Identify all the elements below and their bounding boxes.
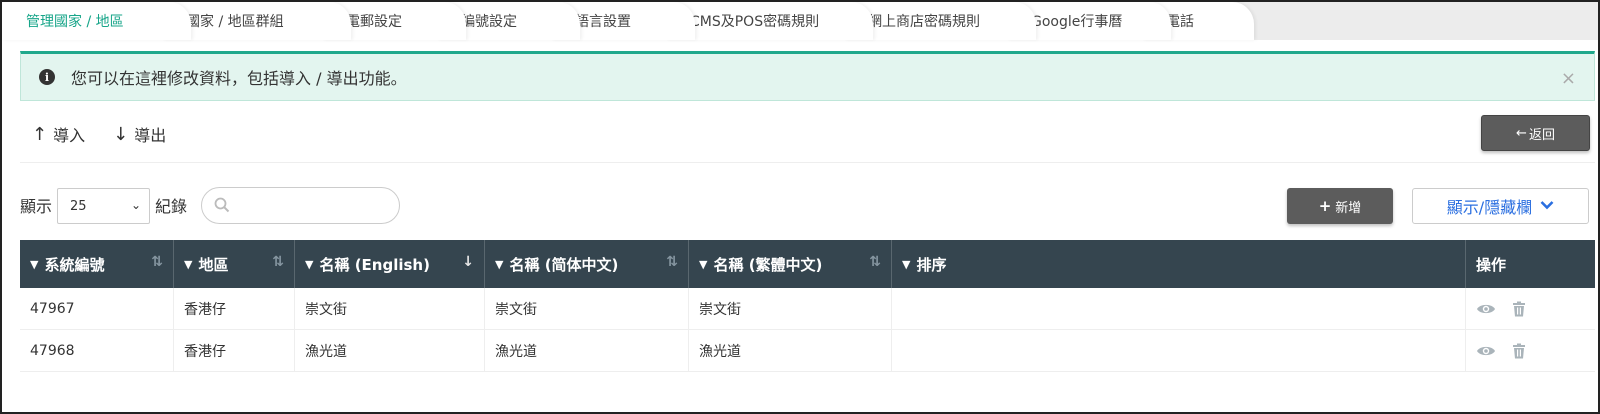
back-label: 返回	[1528, 127, 1555, 143]
records-label: 紀錄	[155, 197, 188, 216]
page-size-select[interactable]: 25 ⌄	[57, 188, 150, 224]
tab-label: 網上商店密碼規則	[868, 14, 980, 30]
table-header: ▼ 系統編號 ⇅ ▼ 地區 ⇅ ▼ 名稱 (English) ↓ ▼ 名稱 (简…	[20, 240, 1595, 288]
column-header-district[interactable]: ▼ 地區 ⇅	[174, 240, 295, 288]
page-size-value: 25	[70, 198, 87, 214]
column-label: 系統編號	[44, 255, 105, 274]
data-table: ▼ 系統編號 ⇅ ▼ 地區 ⇅ ▼ 名稱 (English) ↓ ▼ 名稱 (简…	[20, 240, 1595, 372]
column-label: 名稱 (English)	[319, 255, 430, 274]
cell-order	[892, 330, 1466, 372]
filter-icon[interactable]: ▼	[305, 258, 313, 271]
tab-label: 國家 / 地區群組	[186, 14, 284, 30]
info-alert: i 您可以在這裡修改資料，包括導入 / 導出功能。 ×	[20, 51, 1595, 101]
column-label: 地區	[198, 255, 229, 274]
view-icon[interactable]	[1476, 302, 1496, 316]
table-row: 47968 香港仔 漁光道 漁光道 漁光道	[20, 330, 1595, 372]
view-icon[interactable]	[1476, 344, 1496, 358]
filter-icon[interactable]: ▼	[699, 258, 707, 271]
close-icon[interactable]: ×	[1561, 68, 1576, 89]
tab-manage-countries-regions[interactable]: 管理國家 / 地區	[2, 2, 191, 40]
divider	[20, 162, 1595, 163]
tab-label: 管理國家 / 地區	[26, 14, 124, 30]
back-button[interactable]: ← 返回	[1481, 115, 1590, 151]
column-label: 操作	[1476, 255, 1507, 274]
column-label: 名稱 (简体中文)	[509, 255, 619, 274]
trash-icon[interactable]	[1512, 343, 1526, 359]
search-input[interactable]	[201, 187, 400, 224]
trash-icon[interactable]	[1512, 301, 1526, 317]
column-header-actions: 操作	[1466, 240, 1595, 288]
arrow-up-icon: ↑	[32, 123, 48, 145]
column-header-order[interactable]: ▼ 排序	[892, 240, 1466, 288]
add-button[interactable]: + 新增	[1287, 188, 1393, 224]
export-label: 導出	[134, 126, 167, 145]
cell-district: 香港仔	[174, 288, 295, 330]
cell-id: 47967	[20, 288, 174, 330]
tab-cms-pos-password-rules[interactable]: CMS及POS密碼規則	[666, 2, 873, 40]
cell-name-sc: 漁光道	[485, 330, 689, 372]
column-label: 排序	[916, 255, 947, 274]
cell-id: 47968	[20, 330, 174, 372]
column-header-id[interactable]: ▼ 系統編號 ⇅	[20, 240, 174, 288]
toggle-columns-label: 顯示/隱藏欄	[1446, 198, 1533, 217]
chevron-down-icon: ⌄	[130, 198, 141, 212]
chevron-down-icon	[1540, 199, 1554, 214]
tab-label: Google行事曆	[1031, 14, 1123, 30]
arrow-down-icon: ↓	[113, 123, 129, 145]
toggle-columns-button[interactable]: 顯示/隱藏欄	[1412, 188, 1589, 224]
import-button[interactable]: ↑ 導入	[32, 122, 85, 146]
search-icon	[214, 197, 230, 217]
tab-bar: 電話 Google行事曆 網上商店密碼規則 CMS及POS密碼規則 語言設置 編…	[2, 2, 1598, 40]
filter-icon[interactable]: ▼	[184, 258, 192, 271]
column-header-name-sc[interactable]: ▼ 名稱 (简体中文) ⇅	[485, 240, 689, 288]
tab-label: 語言設置	[575, 14, 631, 30]
tab-label: CMS及POS密碼規則	[690, 14, 820, 30]
plus-icon: +	[1318, 197, 1332, 215]
cell-name-en: 漁光道	[295, 330, 485, 372]
export-button[interactable]: ↓ 導出	[113, 122, 166, 146]
sort-icon[interactable]: ⇅	[666, 254, 678, 270]
tab-label: 電郵設定	[346, 14, 402, 30]
tab-label: 編號設定	[461, 14, 517, 30]
filter-icon[interactable]: ▼	[902, 258, 910, 271]
sort-icon[interactable]: ⇅	[272, 254, 284, 270]
add-label: 新增	[1335, 200, 1362, 216]
column-label: 名稱 (繁體中文)	[713, 255, 823, 274]
cell-name-tc: 崇文街	[689, 288, 892, 330]
sort-icon[interactable]: ⇅	[869, 254, 881, 270]
arrow-left-icon: ←	[1516, 125, 1527, 141]
show-label: 顯示	[20, 197, 53, 216]
sort-icon[interactable]: ⇅	[151, 254, 163, 270]
cell-district: 香港仔	[174, 330, 295, 372]
alert-message: 您可以在這裡修改資料，包括導入 / 導出功能。	[71, 69, 407, 88]
cell-order	[892, 288, 1466, 330]
sort-ascending-icon[interactable]: ↓	[462, 254, 474, 270]
column-header-name-tc[interactable]: ▼ 名稱 (繁體中文) ⇅	[689, 240, 892, 288]
cell-name-en: 崇文街	[295, 288, 485, 330]
filter-icon[interactable]: ▼	[495, 258, 503, 271]
cell-name-sc: 崇文街	[485, 288, 689, 330]
cell-name-tc: 漁光道	[689, 330, 892, 372]
row-actions	[1476, 330, 1595, 372]
table-row: 47967 香港仔 崇文街 崇文街 崇文街	[20, 288, 1595, 330]
info-icon: i	[39, 69, 55, 85]
app-frame: 電話 Google行事曆 網上商店密碼規則 CMS及POS密碼規則 語言設置 編…	[0, 0, 1600, 414]
column-header-name-en[interactable]: ▼ 名稱 (English) ↓	[295, 240, 485, 288]
row-actions	[1476, 288, 1595, 330]
import-export-bar: ↑ 導入 ↓ 導出	[32, 120, 194, 148]
filter-icon[interactable]: ▼	[30, 258, 38, 271]
import-label: 導入	[53, 126, 86, 145]
